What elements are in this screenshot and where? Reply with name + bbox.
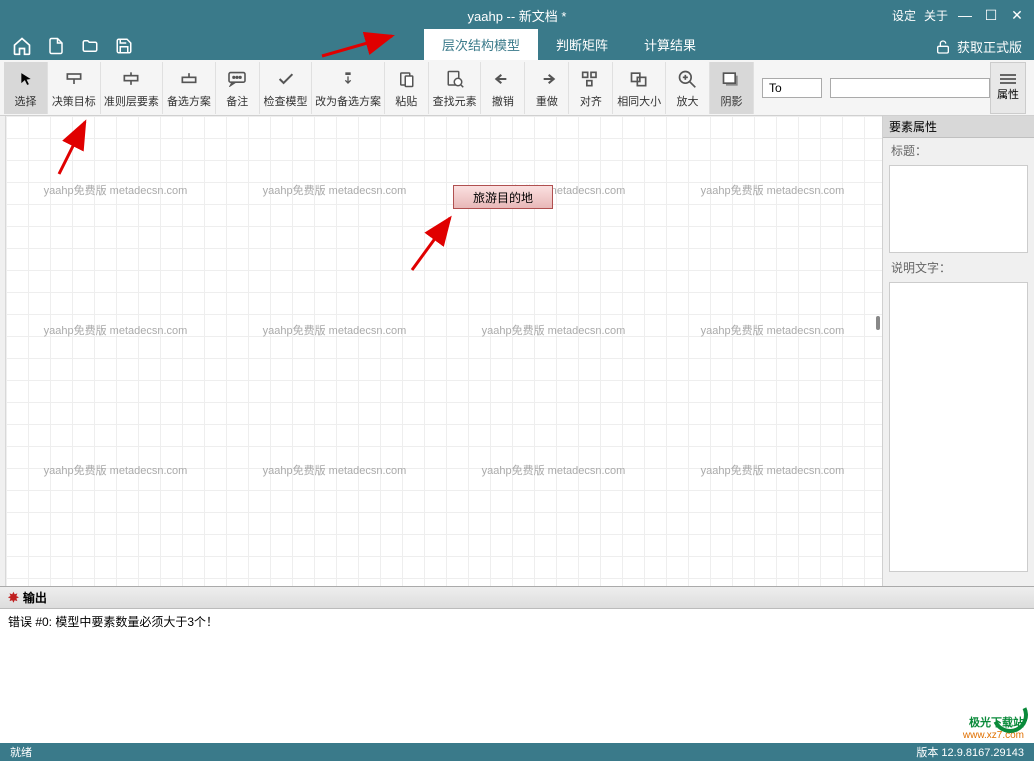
output-header: ✸ 输出 — [0, 587, 1034, 609]
select-tool[interactable]: 选择 — [4, 62, 48, 114]
check-icon — [276, 67, 296, 91]
output-section: ✸ 输出 错误 #0: 模型中要素数量必须大于3个！ — [0, 586, 1034, 743]
goal-node[interactable]: 旅游目的地 — [453, 185, 553, 209]
watermark: yaahp免费版 metadecsn.com — [701, 462, 845, 478]
close-button[interactable]: ✕ — [1008, 6, 1026, 24]
note-icon — [227, 67, 247, 91]
output-body[interactable]: 错误 #0: 模型中要素数量必须大于3个！ — [0, 609, 1034, 743]
to-alternative-tool[interactable]: 改为备选方案 — [312, 62, 384, 114]
save-icon[interactable] — [110, 32, 138, 60]
cursor-icon — [19, 67, 33, 91]
text-input[interactable] — [830, 78, 990, 98]
down-arrow-icon — [340, 67, 356, 91]
about-link[interactable]: 关于 — [924, 7, 948, 24]
open-folder-icon[interactable] — [76, 32, 104, 60]
get-full-version[interactable]: 获取正式版 — [935, 37, 1022, 56]
watermark: yaahp免费版 metadecsn.com — [482, 322, 626, 338]
criteria-tool[interactable]: 准则层要素 — [101, 62, 164, 114]
redo-tool[interactable]: 重做 — [525, 62, 569, 114]
home-icon[interactable] — [8, 32, 36, 60]
check-model-tool[interactable]: 检查模型 — [260, 62, 313, 114]
title-label: 标题： — [883, 138, 1034, 163]
alternative-icon — [179, 67, 199, 91]
redo-icon — [537, 67, 557, 91]
watermark: yaahp免费版 metadecsn.com — [482, 462, 626, 478]
new-file-icon[interactable] — [42, 32, 70, 60]
settings-link[interactable]: 设定 — [892, 7, 916, 24]
properties-button[interactable]: 属性 — [990, 62, 1026, 114]
shadow-tool[interactable]: 阴影 — [710, 62, 754, 114]
version-text: 版本 12.9.8167.29143 — [916, 744, 1024, 760]
desc-textarea[interactable] — [889, 282, 1028, 572]
same-size-tool[interactable]: 相同大小 — [613, 62, 666, 114]
undo-icon — [493, 67, 513, 91]
watermark: yaahp免费版 metadecsn.com — [44, 322, 188, 338]
tab-hierarchy[interactable]: 层次结构模型 — [424, 29, 538, 60]
menubar: 层次结构模型 判断矩阵 计算结果 获取正式版 — [0, 30, 1034, 60]
properties-icon — [1000, 74, 1016, 84]
canvas-wrap: yaahp免费版 metadecsn.com yaahp免费版 metadecs… — [6, 116, 882, 586]
find-element-tool[interactable]: 查找元素 — [429, 62, 482, 114]
properties-panel: 要素属性 标题： 说明文字： — [882, 116, 1034, 586]
error-line: 错误 #0: 模型中要素数量必须大于3个！ — [8, 613, 1026, 630]
status-text: 就绪 — [10, 744, 32, 760]
unlock-icon — [935, 39, 951, 55]
watermark: yaahp免费版 metadecsn.com — [263, 182, 407, 198]
tab-results[interactable]: 计算结果 — [626, 29, 714, 60]
search-icon — [446, 67, 464, 91]
zoom-tool[interactable]: 放大 — [666, 62, 710, 114]
main-area: yaahp免费版 metadecsn.com yaahp免费版 metadecs… — [0, 116, 1034, 586]
maximize-button[interactable]: ☐ — [982, 6, 1000, 24]
error-icon: ✸ — [8, 590, 19, 606]
watermark: yaahp免费版 metadecsn.com — [263, 322, 407, 338]
goal-icon — [64, 67, 84, 91]
watermark: yaahp免费版 metadecsn.com — [701, 182, 845, 198]
properties-header: 要素属性 — [883, 116, 1034, 138]
minimize-button[interactable]: — — [956, 6, 974, 24]
watermark: yaahp免费版 metadecsn.com — [263, 462, 407, 478]
statusbar: 就绪 版本 12.9.8167.29143 — [0, 743, 1034, 761]
site-watermark: 极光下载站 www.xz7.com — [963, 717, 1024, 742]
titlebar: yaahp -- 新文档 * 设定 关于 — ☐ ✕ — [0, 0, 1034, 30]
alternative-tool[interactable]: 备选方案 — [163, 62, 216, 114]
note-tool[interactable]: 备注 — [216, 62, 260, 114]
align-tool[interactable]: 对齐 — [569, 62, 613, 114]
watermark: yaahp免费版 metadecsn.com — [44, 182, 188, 198]
criteria-icon — [121, 67, 141, 91]
goal-tool[interactable]: 决策目标 — [48, 62, 101, 114]
tab-judgment[interactable]: 判断矩阵 — [538, 29, 626, 60]
canvas[interactable]: yaahp免费版 metadecsn.com yaahp免费版 metadecs… — [6, 116, 882, 586]
watermark: yaahp免费版 metadecsn.com — [701, 322, 845, 338]
shadow-icon — [721, 67, 741, 91]
window-title: yaahp -- 新文档 * — [468, 6, 567, 25]
undo-tool[interactable]: 撤销 — [481, 62, 525, 114]
to-input[interactable] — [762, 78, 822, 98]
paste-tool[interactable]: 粘贴 — [385, 62, 429, 114]
watermark: yaahp免费版 metadecsn.com — [44, 462, 188, 478]
desc-label: 说明文字： — [883, 255, 1034, 280]
zoom-icon — [677, 67, 697, 91]
align-icon — [581, 67, 601, 91]
paste-icon — [397, 67, 415, 91]
toolbar: 选择 决策目标 准则层要素 备选方案 备注 检查模型 改为备选方案 粘贴 查找元… — [0, 60, 1034, 116]
samesize-icon — [629, 67, 649, 91]
title-textarea[interactable] — [889, 165, 1028, 253]
scrollbar-handle[interactable] — [876, 316, 880, 330]
